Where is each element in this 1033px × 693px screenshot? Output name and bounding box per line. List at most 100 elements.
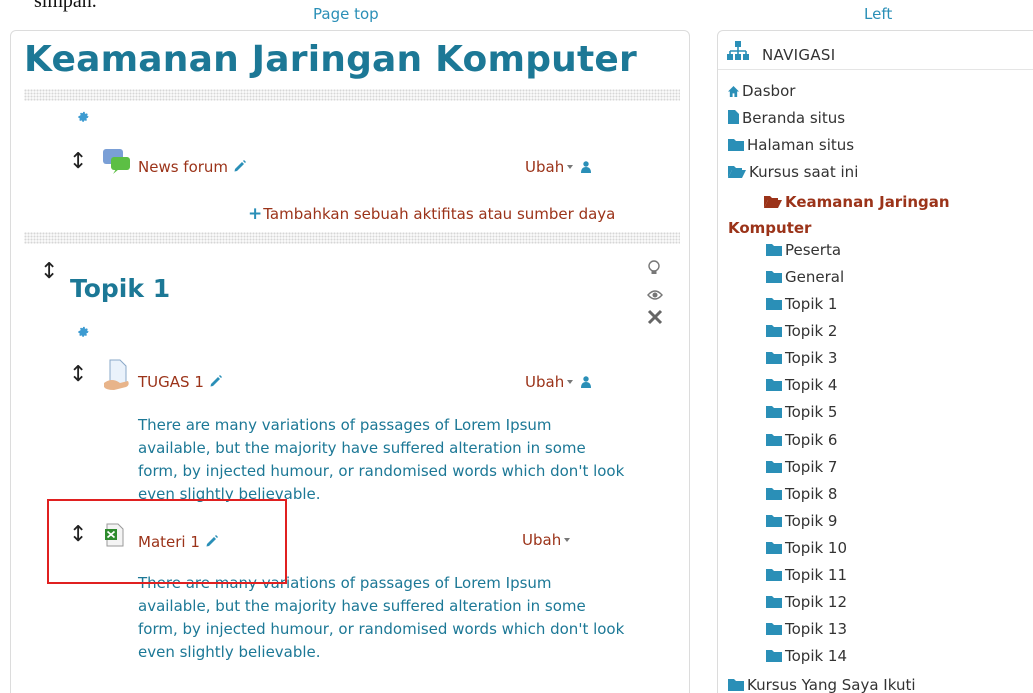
forum-icon xyxy=(102,147,132,179)
nav-item[interactable]: Dasbor xyxy=(728,82,795,101)
folder-open-icon xyxy=(746,191,782,216)
folder-icon xyxy=(766,323,782,341)
nav-item-label: Topik 6 xyxy=(785,431,838,449)
nav-item[interactable]: Topik 7 xyxy=(766,458,837,477)
nav-item-label: Topik 11 xyxy=(785,566,848,584)
eye-icon[interactable] xyxy=(647,287,663,305)
nav-item-label: Topik 2 xyxy=(785,322,838,340)
highlight-annotation xyxy=(47,499,287,584)
nav-item-label: Topik 10 xyxy=(785,539,848,557)
folder-icon xyxy=(728,677,744,693)
folder-icon xyxy=(766,459,782,477)
nav-item-label: Beranda situs xyxy=(742,109,846,127)
nav-item[interactable]: Topik 5 xyxy=(766,403,837,422)
news-forum-link[interactable]: News forum xyxy=(138,158,247,176)
nav-item[interactable]: Kursus saat ini xyxy=(728,163,858,182)
course-content: Keamanan Jaringan Komputer ↕ News forum … xyxy=(10,30,690,693)
folder-icon xyxy=(766,350,782,368)
nav-item[interactable]: Topik 14 xyxy=(766,647,847,666)
divider xyxy=(24,232,680,244)
home-icon xyxy=(728,83,739,101)
edit-menu-news-forum[interactable]: Ubah xyxy=(525,158,592,176)
activity-description: There are many variations of passages of… xyxy=(138,416,625,503)
gear-icon[interactable] xyxy=(77,111,90,128)
edit-menu-materi-1[interactable]: Ubah xyxy=(522,531,571,549)
folder-icon xyxy=(766,513,782,531)
folder-icon xyxy=(766,567,782,585)
nav-item-label: Kursus Yang Saya Ikuti xyxy=(747,676,916,693)
activity-description: There are many variations of passages of… xyxy=(138,574,625,661)
folder-icon xyxy=(766,296,782,314)
nav-item[interactable]: Topik 11 xyxy=(766,566,847,585)
nav-item[interactable]: Topik 1 xyxy=(766,295,837,314)
nav-item[interactable]: General xyxy=(766,268,844,287)
nav-item[interactable]: Topik 13 xyxy=(766,620,847,639)
folder-icon xyxy=(766,621,782,639)
folder-icon xyxy=(766,269,782,287)
move-section-icon[interactable]: ↕ xyxy=(40,261,58,283)
gear-icon[interactable] xyxy=(77,326,90,343)
navigation-header: NAVIGASI xyxy=(718,31,1033,70)
edit-pencil-icon xyxy=(210,375,222,387)
tugas-1-link[interactable]: TUGAS 1 xyxy=(138,373,223,391)
nav-item[interactable]: Topik 3 xyxy=(766,349,837,368)
page-top-label: Page top xyxy=(313,5,379,23)
nav-item-label: Halaman situs xyxy=(747,136,855,154)
nav-item[interactable]: Peserta xyxy=(766,241,841,260)
nav-item-label: Topik 12 xyxy=(785,593,848,611)
folder-icon xyxy=(766,242,782,260)
folder-icon xyxy=(766,432,782,450)
nav-item-label: Topik 13 xyxy=(785,620,848,638)
add-activity-link[interactable]: +Tambahkan sebuah aktifitas atau sumber … xyxy=(248,204,615,224)
delete-icon[interactable] xyxy=(647,309,663,329)
nav-item[interactable]: Topik 9 xyxy=(766,512,837,531)
edit-pencil-icon xyxy=(234,160,247,172)
folder-icon xyxy=(766,540,782,558)
user-icon xyxy=(581,161,592,173)
nav-item[interactable]: Topik 8 xyxy=(766,485,837,504)
nav-item-label: Peserta xyxy=(785,241,842,259)
file-icon xyxy=(728,110,739,128)
edit-menu-tugas-1[interactable]: Ubah xyxy=(525,373,592,391)
nav-item[interactable]: Topik 2 xyxy=(766,322,837,341)
section-title: Topik 1 xyxy=(70,274,171,303)
nav-item[interactable]: Beranda situs xyxy=(728,109,845,128)
nav-item-label: Topik 9 xyxy=(785,512,838,530)
nav-item-label: Topik 4 xyxy=(785,376,838,394)
nav-item-label: Topik 3 xyxy=(785,349,838,367)
move-icon[interactable]: ↕ xyxy=(69,151,87,173)
folder-icon xyxy=(728,137,744,155)
folder-icon xyxy=(766,648,782,666)
nav-item-label: General xyxy=(785,268,845,286)
navigation-block: NAVIGASI Dasbor Beranda situs Halaman situ… xyxy=(717,30,1033,693)
nav-item[interactable]: Halaman situs xyxy=(728,136,854,155)
lightbulb-icon[interactable] xyxy=(647,260,661,280)
nav-item[interactable]: Keamanan Jaringan Komputer xyxy=(728,190,958,241)
folder-icon xyxy=(766,377,782,395)
nav-item[interactable]: Topik 12 xyxy=(766,593,847,612)
nav-item[interactable]: Topik 10 xyxy=(766,539,847,558)
nav-item[interactable]: Topik 4 xyxy=(766,376,837,395)
nav-item-label: Topik 5 xyxy=(785,403,838,421)
nav-item[interactable]: Kursus Yang Saya Ikuti xyxy=(728,676,916,693)
nav-item-label: Topik 8 xyxy=(785,485,838,503)
nav-item-label: Kursus saat ini xyxy=(749,163,859,181)
nav-item-label: Dasbor xyxy=(742,82,796,100)
folder-icon xyxy=(766,594,782,612)
nav-item-label: Topik 14 xyxy=(785,647,848,665)
nav-item-label: Topik 1 xyxy=(785,295,838,313)
clipped-caption: simpan. xyxy=(34,0,97,12)
page-title: Keamanan Jaringan Komputer xyxy=(24,39,637,80)
left-region-label: Left xyxy=(864,5,893,23)
nav-item[interactable]: Topik 6 xyxy=(766,431,837,450)
sitemap-icon xyxy=(727,41,749,65)
divider xyxy=(24,89,680,101)
move-icon[interactable]: ↕ xyxy=(69,364,87,386)
navigation-title: NAVIGASI xyxy=(762,46,836,64)
folder-open-icon xyxy=(728,164,746,182)
folder-icon xyxy=(766,486,782,504)
user-icon xyxy=(581,376,592,388)
assignment-icon xyxy=(102,359,132,395)
folder-icon xyxy=(766,404,782,422)
nav-item-label: Topik 7 xyxy=(785,458,838,476)
